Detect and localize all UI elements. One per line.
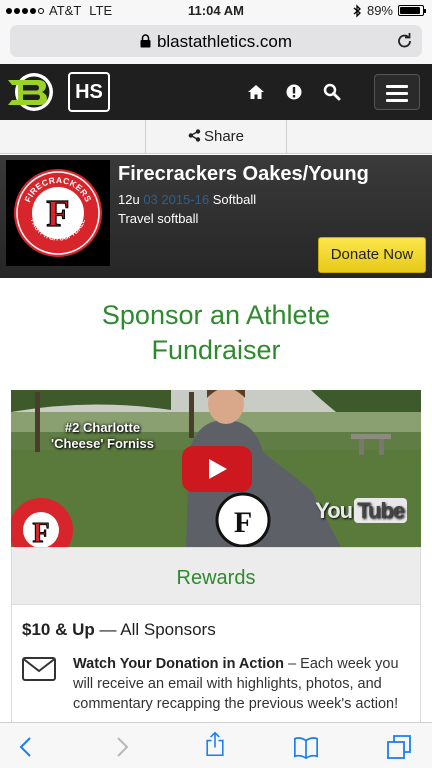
page-title-line1: Sponsor an Athlete (101, 300, 331, 330)
back-icon[interactable] (14, 734, 40, 760)
svg-text:F: F (32, 518, 49, 547)
battery-percent: 89% (366, 3, 393, 18)
status-right: 89% (353, 3, 426, 18)
status-bar: AT&T LTE 11:04 AM 89% (0, 0, 432, 22)
tier-name: All Sponsors (120, 620, 216, 639)
rewards-card: Rewards $10 & Up — All Sponsors Watch Yo… (11, 547, 421, 727)
tier-amount: $10 & Up (22, 620, 95, 639)
video-player[interactable]: F F #2 Charlotte 'Cheese' Forniss You Tub… (11, 390, 421, 547)
play-icon[interactable] (182, 446, 252, 492)
battery-icon (398, 5, 426, 16)
reward-description: Watch Your Donation in Action – Each wee… (73, 654, 413, 714)
team-details: 12u 03 2015-16 Softball (118, 192, 256, 207)
youtube-you: You (315, 498, 353, 523)
page-title: Sponsor an Athlete Fundraiser (0, 298, 432, 368)
url-text: blastathletics.com (156, 32, 293, 51)
donate-now-button[interactable]: Donate Now (318, 237, 426, 273)
reward-tier: $10 & Up — All Sponsors (22, 620, 216, 640)
team-name: Firecrackers Oakes/Young (118, 163, 369, 185)
menu-icon-bar (386, 99, 408, 102)
envelope-icon (22, 657, 56, 681)
team-logo: FIRECRACKERS FASTPITCH SOFTBALL F (6, 160, 110, 266)
forward-icon[interactable] (108, 734, 134, 760)
page-title-line2: Fundraiser (151, 335, 281, 365)
bookmarks-icon[interactable] (293, 734, 319, 760)
hs-button[interactable]: HS (68, 72, 110, 112)
url-display[interactable]: blastathletics.com (10, 32, 422, 52)
share-icon (188, 129, 201, 142)
browser-url-area: blastathletics.com (0, 22, 432, 64)
lock-icon (140, 34, 151, 48)
blast-logo-icon[interactable] (6, 71, 54, 113)
youtube-logo: You Tube (315, 498, 407, 524)
team-age: 12u (118, 192, 140, 207)
bluetooth-icon (353, 3, 361, 18)
team-description: Travel softball (118, 211, 199, 226)
team-dates: 03 2015-16 (143, 192, 210, 207)
tabs-icon[interactable] (386, 734, 412, 760)
address-bar[interactable]: blastathletics.com (10, 25, 422, 57)
reward-item-title: Watch Your Donation in Action (73, 656, 285, 672)
menu-icon-bar (386, 92, 408, 95)
menu-icon (386, 85, 408, 88)
app-header: HS (0, 64, 432, 120)
home-icon[interactable] (246, 82, 266, 102)
share-icon[interactable] (202, 731, 228, 757)
team-sport: Softball (212, 192, 257, 207)
search-icon[interactable] (322, 82, 342, 102)
share-row: Share (0, 120, 432, 154)
share-button[interactable]: Share (145, 120, 287, 154)
rewards-heading: Rewards (12, 548, 420, 605)
youtube-tube: Tube (354, 498, 407, 523)
firecrackers-logo-icon: FIRECRACKERS FASTPITCH SOFTBALL F (14, 169, 102, 257)
video-caption-line1: #2 Charlotte (64, 420, 141, 435)
alert-icon[interactable] (284, 82, 304, 102)
svg-text:F: F (46, 193, 69, 235)
video-caption: #2 Charlotte 'Cheese' Forniss (51, 420, 154, 452)
reload-icon[interactable] (396, 32, 414, 50)
share-label: Share (203, 128, 245, 145)
menu-button[interactable] (374, 74, 420, 110)
video-caption-line2: 'Cheese' Forniss (51, 436, 154, 451)
browser-toolbar (0, 722, 432, 768)
tier-separator: — (94, 620, 121, 639)
svg-text:F: F (234, 506, 252, 539)
team-banner: FIRECRACKERS FASTPITCH SOFTBALL F Firecr… (0, 155, 432, 278)
